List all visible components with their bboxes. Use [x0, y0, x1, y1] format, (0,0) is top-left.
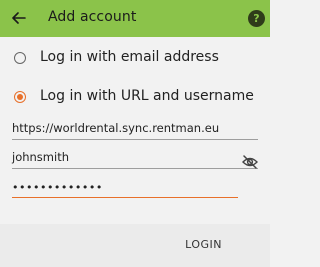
- app-bar: Add account ?: [0, 0, 270, 37]
- option-email-login[interactable]: Log in with email address: [0, 45, 270, 71]
- password-field[interactable]: •••••••••••••: [12, 175, 238, 198]
- option-url-login-label: Log in with URL and username: [40, 88, 254, 104]
- page-title: Add account: [48, 9, 137, 25]
- username-field-value: johnsmith: [12, 150, 69, 164]
- radio-email-login[interactable]: [14, 52, 26, 64]
- back-button[interactable]: [6, 5, 32, 31]
- login-button[interactable]: LOGIN: [185, 238, 222, 251]
- help-button[interactable]: ?: [248, 10, 265, 27]
- option-url-login[interactable]: Log in with URL and username: [0, 84, 270, 110]
- arrow-left-icon: [12, 12, 26, 24]
- option-email-login-label: Log in with email address: [40, 49, 219, 65]
- password-field-value: •••••••••••••: [12, 181, 103, 194]
- bottom-action-bar: LOGIN: [0, 224, 270, 267]
- url-field-value: https://worldrental.sync.rentman.eu: [12, 121, 220, 135]
- radio-url-login[interactable]: [14, 91, 26, 103]
- help-icon: ?: [253, 12, 260, 25]
- toggle-password-visibility-button[interactable]: [242, 154, 258, 169]
- url-field[interactable]: https://worldrental.sync.rentman.eu: [12, 117, 258, 140]
- visibility-off-icon: [242, 155, 258, 169]
- username-field[interactable]: johnsmith: [12, 146, 258, 169]
